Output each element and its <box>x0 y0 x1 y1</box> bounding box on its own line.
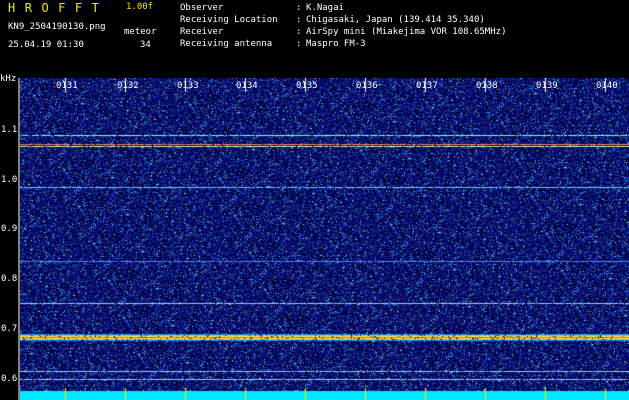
observer-key: Observer <box>180 3 224 13</box>
time-tick-label: 0136 <box>356 81 378 91</box>
location-key: Receiving Location <box>180 15 278 25</box>
time-tick-label: 0134 <box>236 81 258 91</box>
time-tick-label: 0140 <box>596 81 618 91</box>
antenna-key: Receiving antenna <box>180 39 273 49</box>
time-tick-label: 0133 <box>177 81 199 91</box>
hrofft-window: HROFFT 1.00f KN9_2504190130.png 25.04.19… <box>0 0 629 400</box>
antenna-colon: : <box>296 39 302 49</box>
version-label: 1.00f <box>126 2 154 12</box>
observer-value: K.Nagai <box>306 3 344 13</box>
meteor-label: meteor <box>124 27 157 37</box>
receiver-key: Receiver <box>180 27 224 37</box>
antenna-value: Maspro FM-3 <box>306 39 366 49</box>
datetime-label: 25.04.19 01:30 <box>8 40 84 50</box>
filename-label: KN9_2504190130.png <box>8 22 106 32</box>
app-title: HROFFT <box>8 1 109 15</box>
receiver-colon: : <box>296 27 302 37</box>
time-tick-label: 0139 <box>536 81 558 91</box>
time-tick-label: 0135 <box>296 81 318 91</box>
spectrogram-canvas <box>20 78 629 400</box>
location-value: Chigasaki, Japan (139.414 35.340) <box>306 15 485 25</box>
observer-colon: : <box>296 3 302 13</box>
meteor-count: 34 <box>140 40 151 50</box>
time-tick-label: 0137 <box>416 81 438 91</box>
time-tick-label: 0131 <box>56 81 78 91</box>
receiver-value: AirSpy mini (Miakejima VOR 108.65MHz) <box>306 27 507 37</box>
time-tick-label: 0132 <box>117 81 139 91</box>
location-colon: : <box>296 15 302 25</box>
time-tick-label: 0138 <box>476 81 498 91</box>
frequency-axis <box>18 78 20 400</box>
